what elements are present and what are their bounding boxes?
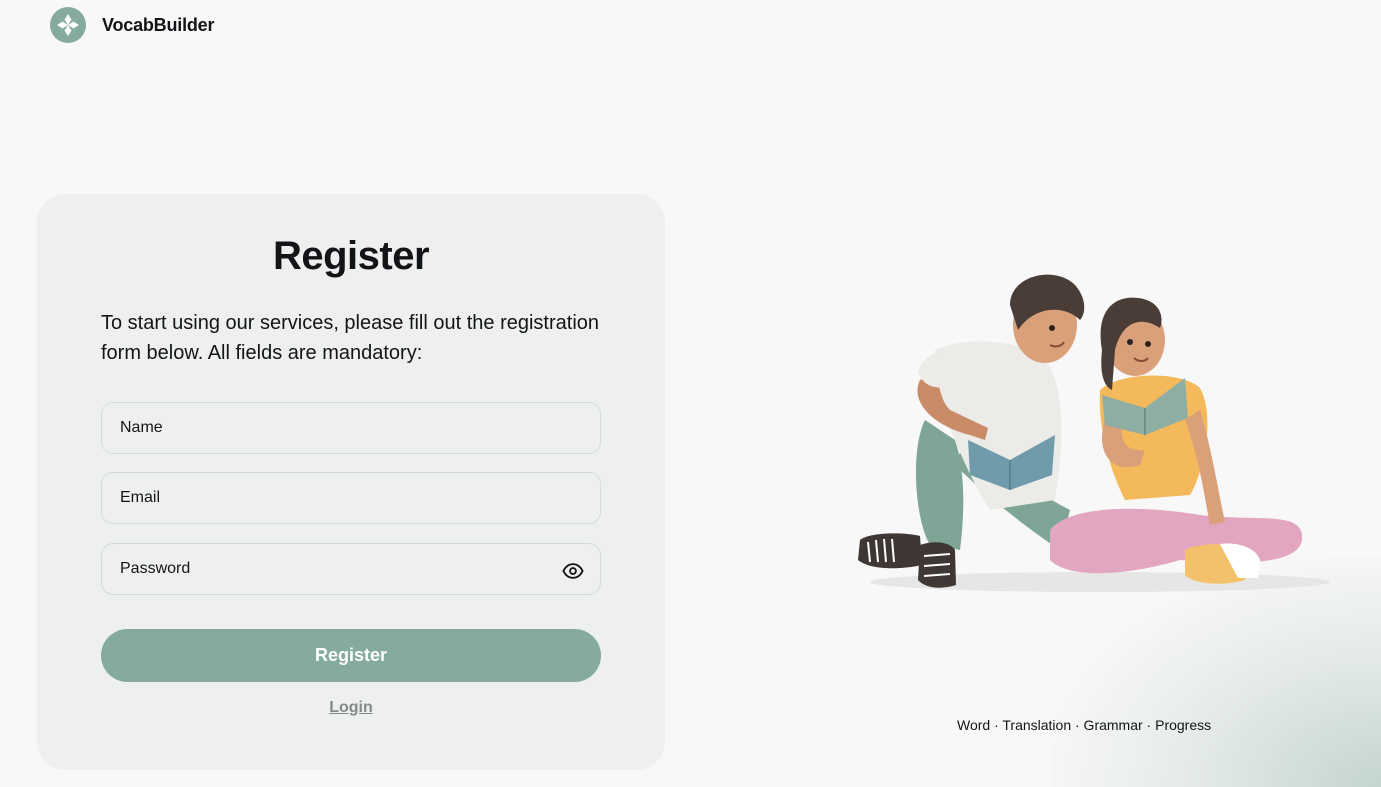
clover-logo-icon[interactable] [50, 7, 86, 43]
register-button[interactable]: Register [101, 629, 601, 682]
page-title: Register [272, 234, 430, 278]
students-reading-illustration [840, 260, 1340, 600]
name-field [101, 402, 601, 454]
register-card: Register To start using our services, pl… [37, 194, 665, 770]
email-field [101, 472, 601, 524]
login-link[interactable]: Login [37, 699, 665, 717]
brand-name[interactable]: VocabBuilder [102, 15, 214, 36]
site-header: VocabBuilder [50, 7, 214, 43]
email-input[interactable] [102, 473, 600, 523]
password-field [101, 543, 601, 595]
name-input[interactable] [102, 403, 600, 453]
form-description: To start using our services, please fill… [101, 312, 600, 364]
password-input[interactable] [102, 544, 600, 594]
eye-icon[interactable] [562, 560, 584, 582]
feature-tagline: Word · Translation · Grammar · Progress [957, 717, 1212, 733]
